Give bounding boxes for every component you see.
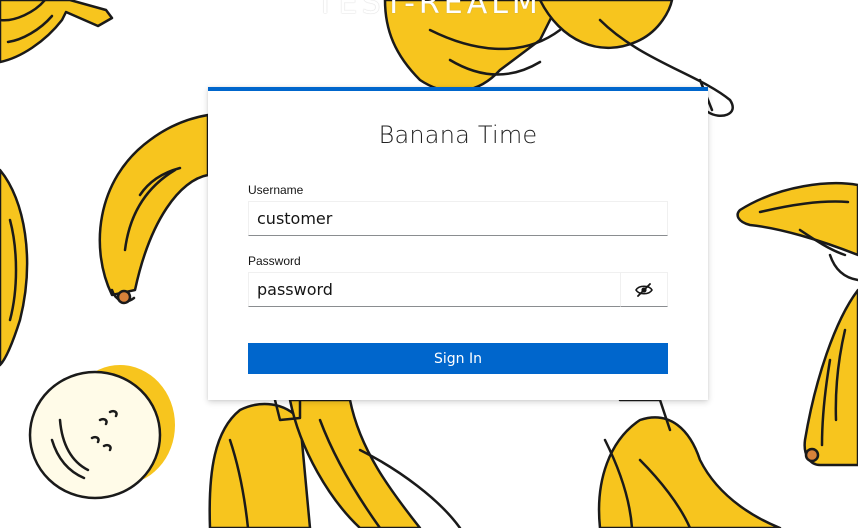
banana-illustration <box>736 182 858 282</box>
banana-illustration <box>597 398 782 528</box>
show-password-button[interactable] <box>620 272 668 307</box>
login-page: TEST-REALM Banana Time Username customer… <box>0 0 858 528</box>
realm-title: TEST-REALM <box>316 0 542 21</box>
banana-illustration <box>0 168 29 367</box>
sign-in-button[interactable]: Sign In <box>248 343 668 374</box>
banana-illustration <box>98 113 210 305</box>
banana-illustration <box>208 398 462 528</box>
username-input[interactable]: customer <box>248 201 668 236</box>
password-label: Password <box>248 254 301 268</box>
password-input[interactable]: password <box>248 272 621 307</box>
login-card: Banana Time Username customer Password p… <box>208 87 708 400</box>
eye-slash-icon <box>635 282 653 297</box>
banana-illustration <box>803 288 858 467</box>
banana-slice-illustration <box>28 365 175 500</box>
login-title: Banana Time <box>378 121 538 149</box>
username-label: Username <box>248 183 304 197</box>
